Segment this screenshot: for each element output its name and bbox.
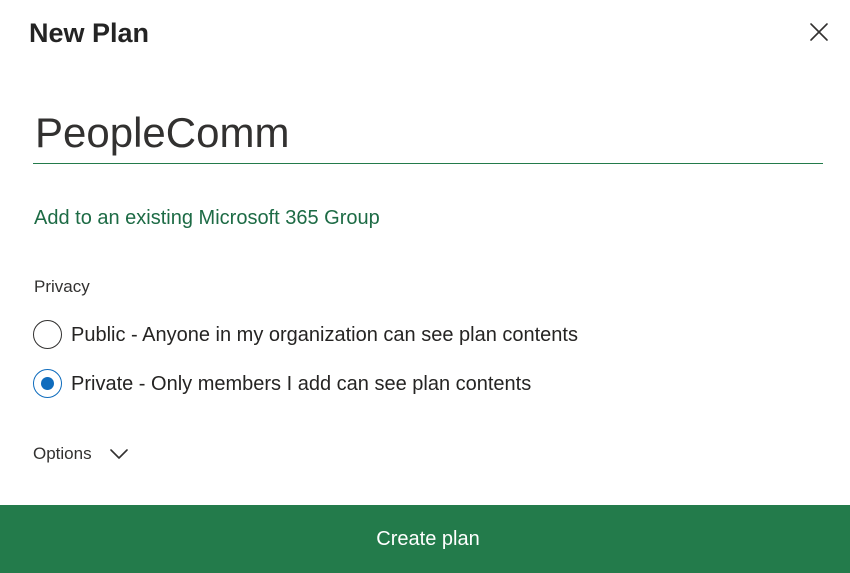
options-label: Options xyxy=(33,444,92,463)
plan-name-input[interactable] xyxy=(33,108,823,164)
close-icon xyxy=(809,22,829,47)
dialog-title: New Plan xyxy=(29,18,150,48)
public-radio-label: Public - Anyone in my organization can s… xyxy=(71,323,578,346)
new-plan-dialog: New Plan Add to an existing Microsoft 36… xyxy=(0,0,850,573)
add-to-group-link[interactable]: Add to an existing Microsoft 365 Group xyxy=(34,205,380,231)
radio-selected-dot xyxy=(41,377,54,390)
privacy-label: Privacy xyxy=(34,277,90,296)
public-radio[interactable] xyxy=(33,320,62,349)
private-radio[interactable] xyxy=(33,369,62,398)
private-radio-label: Private - Only members I add can see pla… xyxy=(71,372,532,395)
options-toggle[interactable]: Options xyxy=(33,442,128,466)
privacy-option-private[interactable]: Private - Only members I add can see pla… xyxy=(33,369,531,398)
create-plan-button[interactable]: Create plan xyxy=(0,505,850,573)
close-button[interactable] xyxy=(804,19,834,49)
chevron-down-icon xyxy=(109,448,128,460)
privacy-option-public[interactable]: Public - Anyone in my organization can s… xyxy=(33,320,578,349)
